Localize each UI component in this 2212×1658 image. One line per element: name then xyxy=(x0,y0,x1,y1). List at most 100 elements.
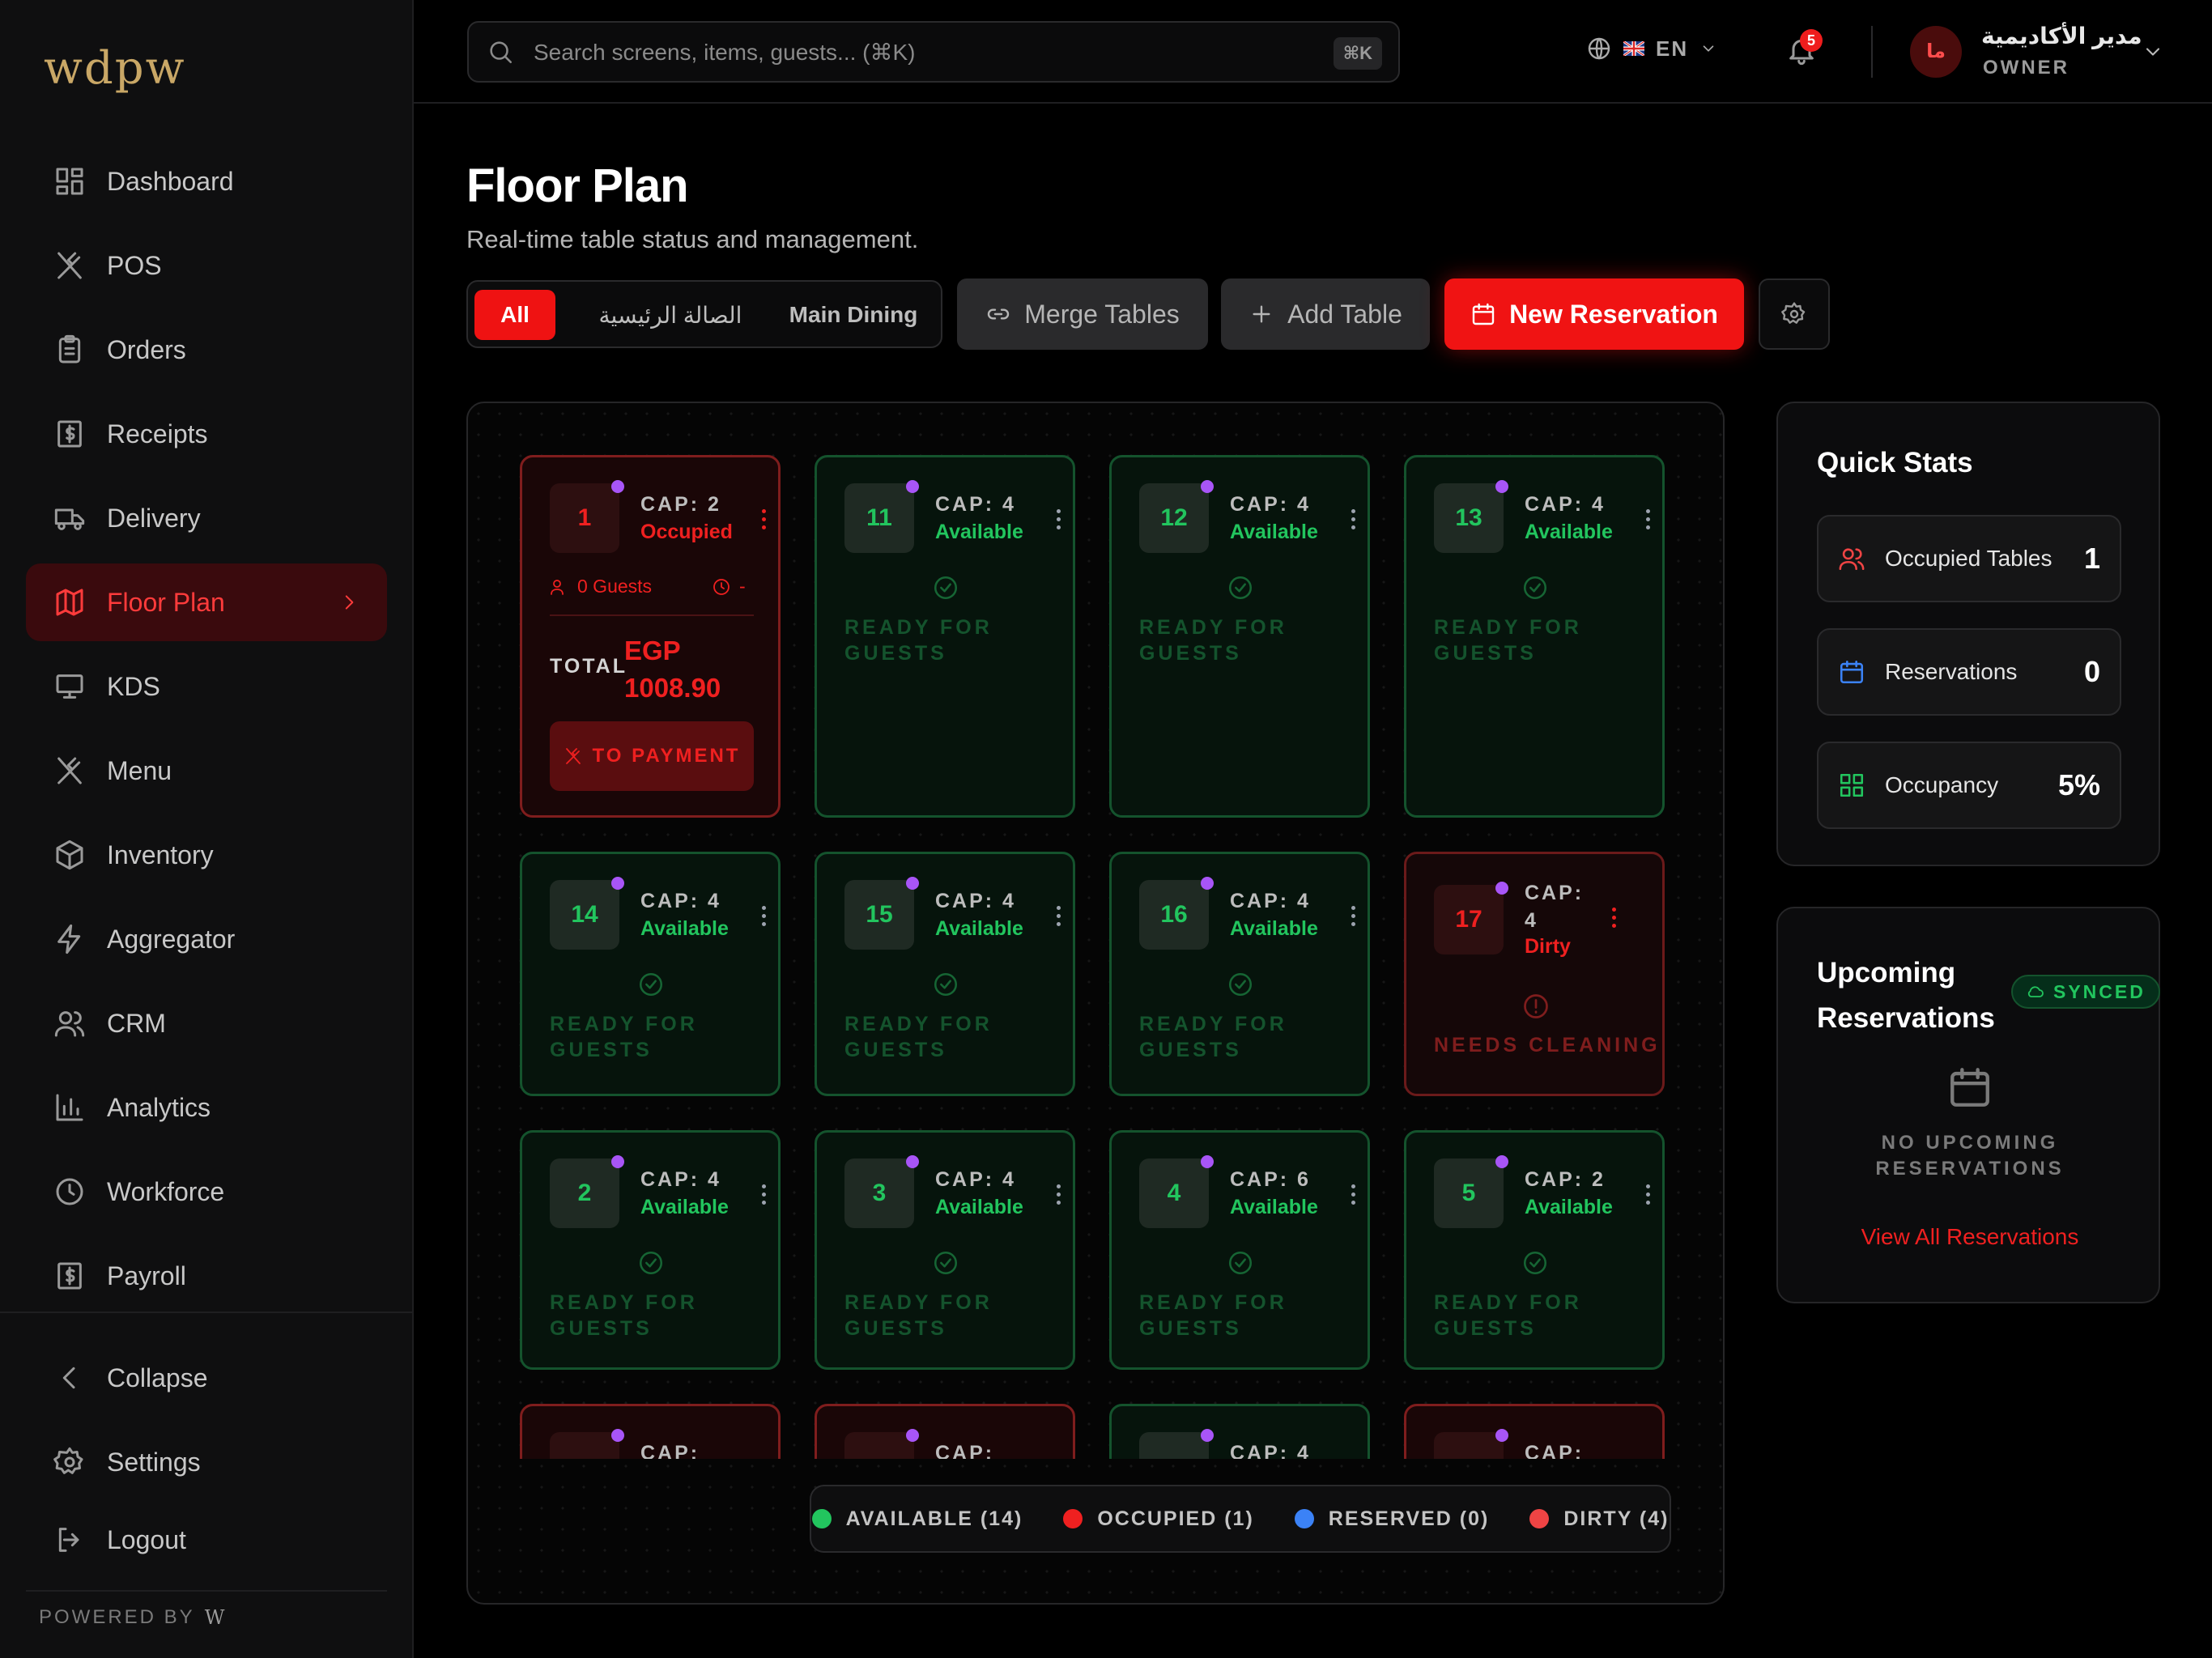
stat-value: 0 xyxy=(2083,655,2100,688)
sidebar-item-label: Menu xyxy=(107,755,172,785)
sidebar-item-pos[interactable]: POS xyxy=(26,227,387,304)
sidebar-item-inventory[interactable]: Inventory xyxy=(26,816,387,894)
status-dot xyxy=(1201,480,1214,493)
table-capacity: CAP: 4 xyxy=(1230,890,1311,912)
table-card-15[interactable]: 15 CAP: 4 Available READY FOR GUESTS xyxy=(815,852,1075,1096)
table-menu-button[interactable] xyxy=(1350,509,1356,532)
sidebar-item-label: Analytics xyxy=(107,1092,211,1122)
sidebar-item-analytics[interactable]: Analytics xyxy=(26,1069,387,1146)
page-title: Floor Plan xyxy=(466,159,689,212)
table-card-partial[interactable]: CAP: xyxy=(815,1404,1075,1459)
legend-dirty: DIRTY (4) xyxy=(1529,1507,1669,1531)
merge-tables-label: Merge Tables xyxy=(1024,299,1180,329)
alert-circle-icon xyxy=(1524,994,1548,1018)
check-circle-icon xyxy=(1523,1251,1547,1275)
floor-settings-button[interactable] xyxy=(1759,278,1830,350)
guest-count: 0 Guests xyxy=(550,576,652,597)
table-capacity: CAP: 4 xyxy=(935,493,1016,516)
table-status: Available xyxy=(640,1196,729,1218)
sidebar-item-payroll[interactable]: Payroll xyxy=(26,1237,387,1315)
check-circle-icon xyxy=(934,1251,958,1275)
language-selector[interactable]: EN xyxy=(1586,36,1717,62)
map-icon xyxy=(56,589,83,616)
utensils-icon xyxy=(57,252,82,279)
filter-main-hall[interactable]: الصالة الرئيسية xyxy=(565,290,776,340)
to-payment-button[interactable]: TO PAYMENT xyxy=(550,721,754,791)
search-icon xyxy=(490,41,513,64)
table-menu-button[interactable] xyxy=(1644,1184,1651,1207)
logout-button[interactable]: Logout xyxy=(26,1501,387,1579)
table-menu-button[interactable] xyxy=(1350,1184,1356,1207)
user-role: OWNER xyxy=(1983,57,2069,79)
table-menu-button[interactable] xyxy=(1055,906,1061,929)
table-card-4[interactable]: 4 CAP: 6 Available READY FOR GUESTS xyxy=(1109,1130,1370,1370)
sidebar-item-orders[interactable]: Orders xyxy=(26,311,387,389)
sidebar-item-label: Receipts xyxy=(107,419,208,449)
table-menu-button[interactable] xyxy=(1055,1184,1061,1207)
merge-tables-button[interactable]: Merge Tables xyxy=(957,278,1208,350)
filter-all[interactable]: All xyxy=(474,290,555,340)
table-note: READY FOR GUESTS xyxy=(1139,616,1287,665)
settings-link[interactable]: Settings xyxy=(26,1423,387,1501)
sidebar-item-dashboard[interactable]: Dashboard xyxy=(26,142,387,220)
brand-logo[interactable]: wdpw xyxy=(44,42,186,95)
sidebar-item-label: CRM xyxy=(107,1008,166,1038)
uk-flag-icon xyxy=(1623,41,1644,56)
plus-icon xyxy=(1253,305,1270,323)
table-card-partial[interactable]: CAP: 4 xyxy=(1109,1404,1370,1459)
dollar-icon xyxy=(57,1262,82,1290)
sidebar-item-crm[interactable]: CRM xyxy=(26,984,387,1062)
table-menu-button[interactable] xyxy=(1350,906,1356,929)
sidebar-item-menu[interactable]: Menu xyxy=(26,732,387,810)
view-all-reservations-link[interactable]: View All Reservations xyxy=(1778,1224,2162,1250)
table-card-2[interactable]: 2 CAP: 4 Available READY FOR GUESTS xyxy=(520,1130,781,1370)
status-dot xyxy=(1495,1155,1508,1168)
filter-main-dining[interactable]: Main Dining xyxy=(772,290,934,340)
table-note: READY FOR GUESTS xyxy=(1434,1291,1582,1340)
table-status: Available xyxy=(935,521,1023,543)
collapse-button[interactable]: Collapse xyxy=(26,1339,387,1417)
to-payment-label: TO PAYMENT xyxy=(592,745,741,767)
quick-stats-panel: Quick Stats Occupied Tables 1 Reservatio… xyxy=(1776,402,2160,866)
table-menu-button[interactable] xyxy=(1055,509,1061,532)
clipboard-icon xyxy=(58,334,81,363)
sidebar-item-kds[interactable]: KDS xyxy=(26,648,387,725)
search-input[interactable]: Search screens, items, guests... (⌘K) ⌘K xyxy=(467,21,1400,83)
table-menu-button[interactable] xyxy=(1610,908,1617,930)
table-timer: - xyxy=(712,576,746,597)
sidebar-item-aggregator[interactable]: Aggregator xyxy=(26,900,387,978)
sidebar-item-delivery[interactable]: Delivery xyxy=(26,479,387,557)
table-card-13[interactable]: 13 CAP: 4 Available READY FOR GUESTS xyxy=(1404,455,1665,818)
empty-state-text: NO UPCOMING RESERVATIONS xyxy=(1778,1130,2162,1182)
search-placeholder: Search screens, items, guests... (⌘K) xyxy=(534,39,916,65)
chevron-down-icon[interactable] xyxy=(2142,40,2164,63)
table-status: Occupied xyxy=(640,521,733,543)
calendar-icon xyxy=(1472,303,1495,325)
table-number: 14 xyxy=(550,880,619,950)
table-card-partial[interactable]: CAP: xyxy=(520,1404,781,1459)
table-card-17[interactable]: 17 CAP: 4 Dirty NEEDS CLEANING xyxy=(1404,852,1665,1096)
add-table-button[interactable]: Add Table xyxy=(1221,278,1430,350)
table-capacity: CAP: 4 xyxy=(640,1168,721,1191)
sidebar-item-receipts[interactable]: Receipts xyxy=(26,395,387,473)
table-menu-button[interactable] xyxy=(760,906,767,929)
table-card-12[interactable]: 12 CAP: 4 Available READY FOR GUESTS xyxy=(1109,455,1370,818)
table-menu-button[interactable] xyxy=(1644,509,1651,532)
table-menu-button[interactable] xyxy=(760,509,767,532)
table-capacity-value: 4 xyxy=(1525,909,1538,932)
sidebar-item-floor-plan[interactable]: Floor Plan xyxy=(26,563,387,641)
table-card-1[interactable]: 1 CAP: 2 Occupied 0 Guests - TOTAL EGP 1… xyxy=(520,455,781,818)
table-card-5[interactable]: 5 CAP: 2 Available READY FOR GUESTS xyxy=(1404,1130,1665,1370)
table-card-11[interactable]: 11 CAP: 4 Available READY FOR GUESTS xyxy=(815,455,1075,818)
sidebar-item-workforce[interactable]: Workforce xyxy=(26,1153,387,1231)
table-card-partial[interactable]: CAP: xyxy=(1404,1404,1665,1459)
table-card-3[interactable]: 3 CAP: 4 Available READY FOR GUESTS xyxy=(815,1130,1075,1370)
new-reservation-button[interactable]: New Reservation xyxy=(1444,278,1744,350)
users-icon xyxy=(551,579,564,595)
grid-icon xyxy=(1840,773,1864,797)
table-card-14[interactable]: 14 CAP: 4 Available READY FOR GUESTS xyxy=(520,852,781,1096)
table-menu-button[interactable] xyxy=(760,1184,767,1207)
table-card-16[interactable]: 16 CAP: 4 Available READY FOR GUESTS xyxy=(1109,852,1370,1096)
avatar[interactable]: ما xyxy=(1910,26,1962,78)
bar-chart-icon xyxy=(56,1094,83,1121)
